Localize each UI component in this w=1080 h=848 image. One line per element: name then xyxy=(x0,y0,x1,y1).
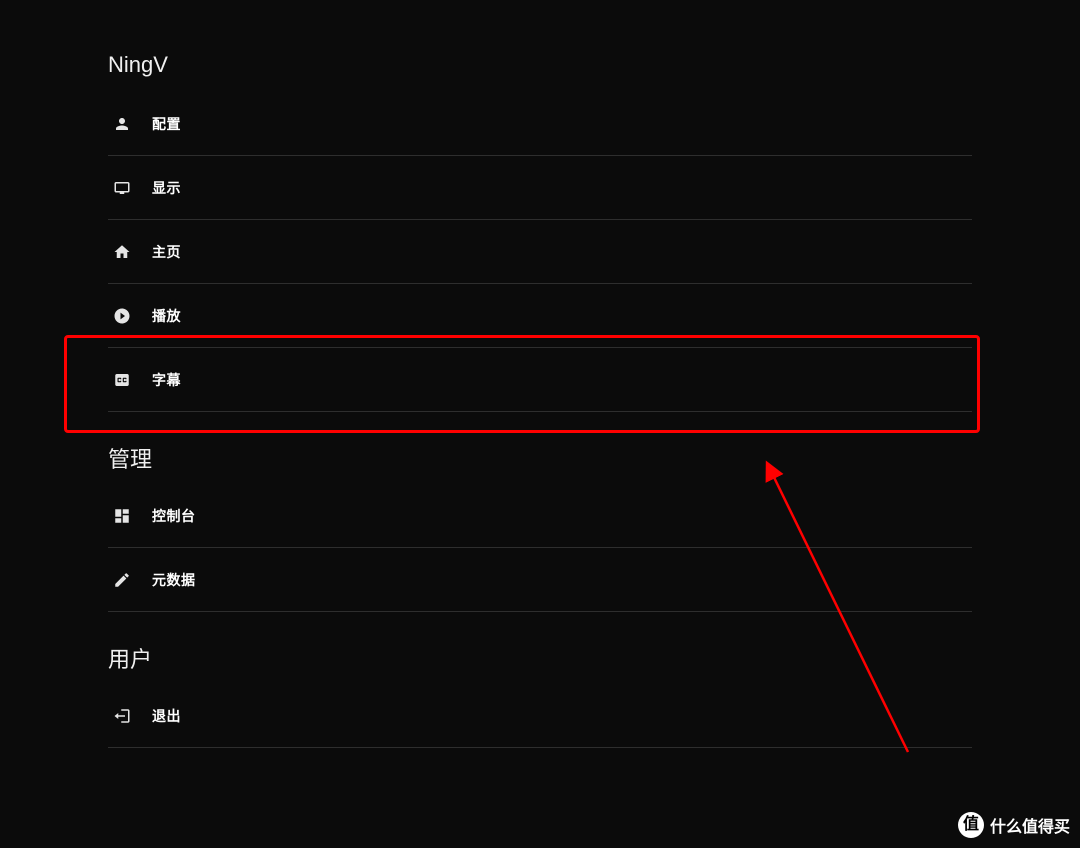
menu-item-label: 主页 xyxy=(152,242,181,262)
closed-caption-icon xyxy=(112,370,132,390)
menu-item-playback[interactable]: 播放 xyxy=(108,284,972,348)
section-title-account: 用户 xyxy=(108,642,972,674)
monitor-icon xyxy=(112,178,132,198)
menu-item-label: 显示 xyxy=(152,178,181,198)
menu-item-profile[interactable]: 配置 xyxy=(108,92,972,156)
person-icon xyxy=(112,114,132,134)
logout-icon xyxy=(112,706,132,726)
menu-item-logout[interactable]: 退出 xyxy=(108,684,972,748)
watermark: 值 什么值得买 xyxy=(958,812,1070,838)
menu-item-label: 配置 xyxy=(152,114,181,134)
pencil-icon xyxy=(112,570,132,590)
section-title-admin: 管理 xyxy=(108,442,972,474)
dashboard-icon xyxy=(112,506,132,526)
watermark-badge-icon: 值 xyxy=(958,812,984,838)
menu-item-label: 控制台 xyxy=(152,506,196,526)
section-title-user: NingV xyxy=(108,52,972,78)
watermark-text: 什么值得买 xyxy=(990,813,1070,837)
menu-item-label: 退出 xyxy=(152,706,181,726)
menu-item-label: 元数据 xyxy=(152,570,196,590)
menu-item-subtitles[interactable]: 字幕 xyxy=(108,348,972,412)
menu-item-metadata[interactable]: 元数据 xyxy=(108,548,972,612)
home-icon xyxy=(112,242,132,262)
settings-menu: NingV 配置 显示 主页 播放 字幕 管理 控制台 xyxy=(108,52,972,748)
play-circle-icon xyxy=(112,306,132,326)
menu-item-label: 字幕 xyxy=(152,370,181,390)
menu-item-display[interactable]: 显示 xyxy=(108,156,972,220)
menu-item-label: 播放 xyxy=(152,306,181,326)
menu-item-dashboard[interactable]: 控制台 xyxy=(108,484,972,548)
menu-item-home[interactable]: 主页 xyxy=(108,220,972,284)
